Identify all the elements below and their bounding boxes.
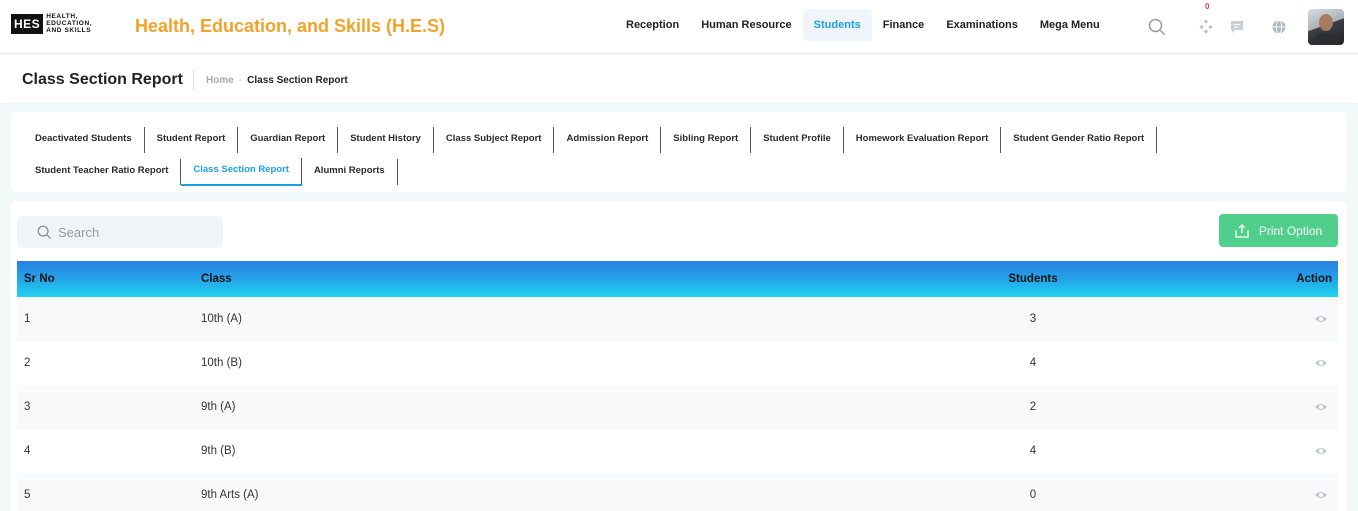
cell-students: 2: [1029, 401, 1037, 413]
logo-mark: HES: [11, 13, 44, 34]
nav-reception[interactable]: Reception: [615, 9, 690, 41]
cell-sr-no: 3: [24, 401, 31, 413]
cell-class: 9th Arts (A): [201, 489, 259, 501]
export-icon: [1235, 223, 1249, 238]
view-icon[interactable]: [1314, 446, 1328, 459]
view-icon[interactable]: [1314, 490, 1328, 503]
cell-students: 0: [1029, 489, 1037, 501]
view-icon[interactable]: [1314, 314, 1328, 327]
logo-line-2: EDUCATION,: [46, 20, 93, 27]
title-divider: [193, 70, 194, 90]
cell-sr-no: 4: [24, 445, 31, 457]
app-title: Health, Education, and Skills (H.E.S): [135, 16, 446, 36]
globe-icon[interactable]: [1269, 17, 1289, 37]
search-icon: [37, 225, 52, 239]
cell-students: 4: [1029, 357, 1037, 369]
hes-logo[interactable]: HES HEALTH, EDUCATION, AND SKILLS: [11, 13, 92, 34]
cell-sr-no: 2: [24, 357, 31, 369]
nav-students[interactable]: Students: [802, 9, 872, 41]
chat-icon[interactable]: [1227, 17, 1247, 37]
breadcrumb-separator: -: [238, 75, 243, 86]
user-avatar[interactable]: [1308, 9, 1344, 45]
cell-students: 4: [1029, 445, 1037, 457]
view-icon[interactable]: [1314, 402, 1328, 415]
breadcrumb: Home - Class Section Report: [206, 75, 348, 86]
tab-student-teacher-ratio-report[interactable]: Student Teacher Ratio Report: [23, 159, 182, 185]
search-input[interactable]: [58, 224, 208, 240]
cell-class: 10th (B): [201, 357, 242, 369]
tab-sibling-report[interactable]: Sibling Report: [661, 127, 752, 153]
cell-class: 9th (B): [201, 445, 236, 457]
table-row: 5 9th Arts (A) 0: [17, 473, 1338, 511]
apps-icon[interactable]: [1196, 17, 1216, 37]
view-icon[interactable]: [1314, 358, 1328, 371]
print-option-button[interactable]: Print Option: [1219, 214, 1338, 247]
tab-student-profile[interactable]: Student Profile: [751, 127, 844, 153]
table-header: Sr No Class Students Action: [17, 261, 1338, 297]
table-row: 1 10th (A) 3: [17, 297, 1338, 341]
report-tabs: Deactivated Students Student Report Guar…: [11, 112, 1347, 192]
tab-row-1: Deactivated Students Student Report Guar…: [23, 127, 1158, 153]
tab-class-section-report[interactable]: Class Section Report: [181, 158, 302, 186]
tab-class-subject-report[interactable]: Class Subject Report: [434, 127, 555, 153]
tab-alumni-reports[interactable]: Alumni Reports: [302, 159, 398, 185]
tab-admission-report[interactable]: Admission Report: [554, 127, 662, 153]
top-navbar: HES HEALTH, EDUCATION, AND SKILLS Health…: [0, 0, 1358, 54]
header-students: Students: [1008, 273, 1058, 285]
tab-row-2: Student Teacher Ratio Report Class Secti…: [23, 158, 398, 186]
report-table-card: Print Option Sr No Class Students Action…: [11, 201, 1347, 511]
notification-count: 0: [1205, 2, 1210, 11]
tab-student-gender-ratio-report[interactable]: Student Gender Ratio Report: [1001, 127, 1158, 153]
nav-finance[interactable]: Finance: [872, 9, 936, 41]
header-sr-no: Sr No: [24, 273, 55, 285]
table-row: 4 9th (B) 4: [17, 429, 1338, 473]
table-row: 3 9th (A) 2: [17, 385, 1338, 429]
search-box[interactable]: [17, 216, 223, 248]
cell-class: 10th (A): [201, 313, 242, 325]
breadcrumb-home[interactable]: Home: [206, 75, 234, 86]
page-header: Class Section Report Home - Class Sectio…: [0, 55, 1358, 103]
cell-class: 9th (A): [201, 401, 236, 413]
cell-students: 3: [1029, 313, 1037, 325]
tab-student-history[interactable]: Student History: [338, 127, 434, 153]
header-action: Action: [1296, 273, 1332, 285]
tab-deactivated-students[interactable]: Deactivated Students: [23, 127, 145, 153]
table-row: 2 10th (B) 4: [17, 341, 1338, 385]
nav-human-resource[interactable]: Human Resource: [690, 9, 802, 41]
header-class: Class: [201, 273, 232, 285]
logo-text: HEALTH, EDUCATION, AND SKILLS: [46, 13, 92, 34]
breadcrumb-current: Class Section Report: [247, 75, 348, 86]
logo-line-1: HEALTH,: [46, 13, 79, 20]
logo-line-3: AND SKILLS: [46, 27, 92, 34]
main-nav: Reception Human Resource Students Financ…: [615, 9, 1111, 41]
print-option-label: Print Option: [1258, 223, 1323, 238]
tab-guardian-report[interactable]: Guardian Report: [238, 127, 339, 153]
tab-student-report[interactable]: Student Report: [145, 127, 239, 153]
tab-homework-evaluation-report[interactable]: Homework Evaluation Report: [844, 127, 1002, 153]
cell-sr-no: 5: [24, 489, 31, 501]
nav-examinations[interactable]: Examinations: [935, 9, 1029, 41]
cell-sr-no: 1: [24, 313, 31, 325]
page-title: Class Section Report: [22, 71, 183, 88]
nav-mega-menu[interactable]: Mega Menu: [1029, 9, 1111, 41]
search-icon[interactable]: [1147, 17, 1167, 37]
table-body: 1 10th (A) 3 2 10th (B) 4 3 9th (A) 2 4 …: [17, 297, 1338, 511]
